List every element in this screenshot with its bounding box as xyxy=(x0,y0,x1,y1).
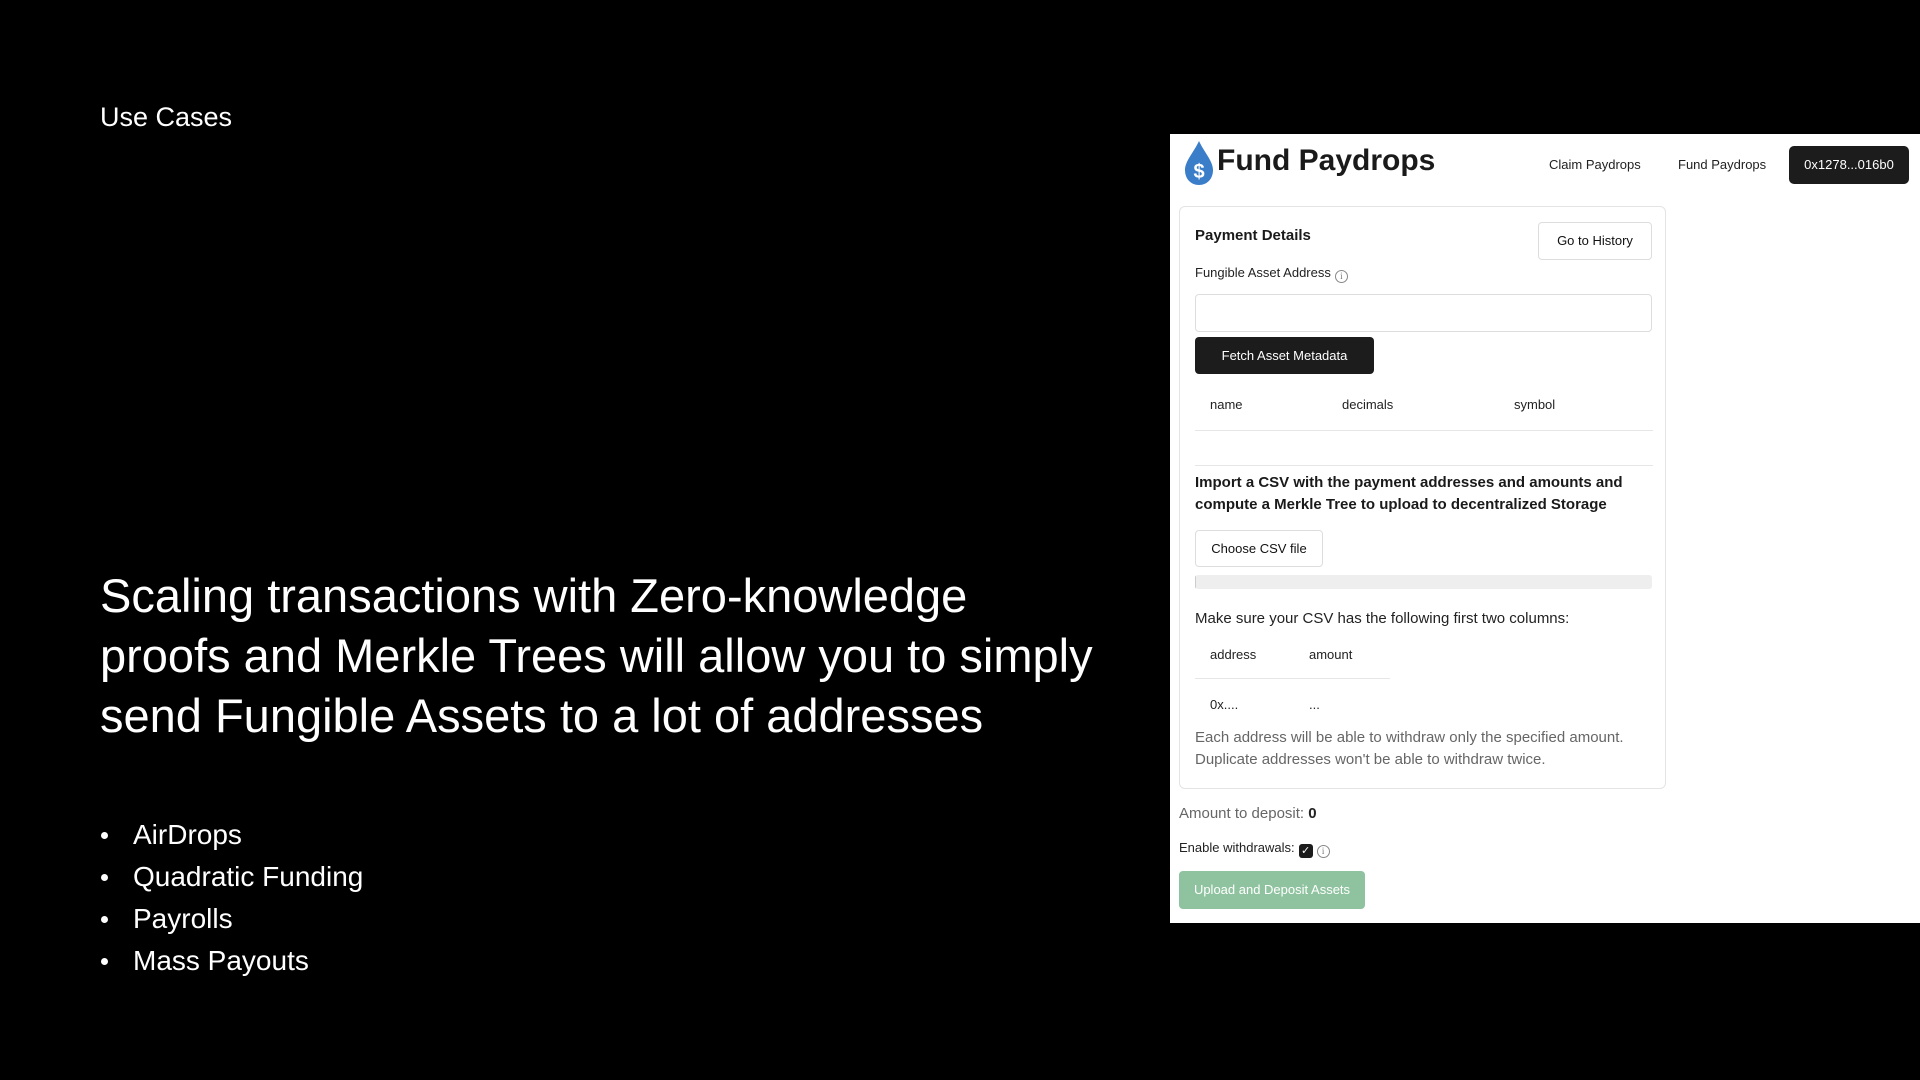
info-icon[interactable]: i xyxy=(1316,845,1330,858)
list-item: Mass Payouts xyxy=(100,940,363,982)
list-item: AirDrops xyxy=(100,814,363,856)
asset-address-label-row: Fungible Asset Address i xyxy=(1195,265,1348,283)
go-to-history-button[interactable]: Go to History xyxy=(1538,222,1652,260)
enable-withdrawals-row: Enable withdrawals: ✓ i xyxy=(1179,840,1330,858)
csv-columns-note: Make sure your CSV has the following fir… xyxy=(1195,610,1570,627)
import-csv-text: Import a CSV with the payment addresses … xyxy=(1195,474,1623,513)
metadata-divider xyxy=(1195,465,1653,466)
nav-fund-paydrops[interactable]: Fund Paydrops xyxy=(1678,157,1766,172)
payment-details-card: Payment Details Go to History Fungible A… xyxy=(1179,206,1666,789)
metadata-header-name: name xyxy=(1210,397,1243,412)
list-item: Payrolls xyxy=(100,898,363,940)
metadata-divider xyxy=(1195,430,1653,431)
svg-text:$: $ xyxy=(1193,161,1204,183)
list-item: Quadratic Funding xyxy=(100,856,363,898)
water-drop-dollar-icon: $ xyxy=(1185,141,1213,185)
upload-progress-bar xyxy=(1195,575,1652,589)
csv-divider xyxy=(1195,678,1390,679)
csv-example-amount: ... xyxy=(1309,697,1320,712)
metadata-header-decimals: decimals xyxy=(1342,397,1394,412)
app-title: Fund Paydrops xyxy=(1217,144,1436,177)
asset-address-input[interactable] xyxy=(1195,294,1652,332)
info-icon[interactable]: i xyxy=(1334,270,1348,283)
csv-column-address: address xyxy=(1210,647,1257,662)
csv-example-address: 0x.... xyxy=(1210,697,1239,712)
withdraw-note: Each address will be able to withdraw on… xyxy=(1195,729,1624,768)
upload-deposit-button[interactable]: Upload and Deposit Assets xyxy=(1179,871,1365,909)
app-screenshot: $ Fund Paydrops Claim Paydrops Fund Payd… xyxy=(1170,134,1920,923)
card-title: Payment Details xyxy=(1195,227,1311,244)
nav-claim-paydrops[interactable]: Claim Paydrops xyxy=(1549,157,1641,172)
deposit-label: Amount to deposit: xyxy=(1179,805,1305,822)
withdrawals-checkbox[interactable]: ✓ xyxy=(1298,844,1313,858)
fetch-metadata-button[interactable]: Fetch Asset Metadata xyxy=(1195,337,1374,374)
upload-progress-fill xyxy=(1195,575,1196,589)
enable-withdrawals-label: Enable withdrawals: xyxy=(1179,840,1295,855)
choose-csv-button[interactable]: Choose CSV file xyxy=(1195,530,1323,567)
asset-address-label: Fungible Asset Address xyxy=(1195,265,1331,280)
slide-main-text: Scaling transactions with Zero-knowledge… xyxy=(100,569,1093,742)
slide-heading: Use Cases xyxy=(100,102,233,132)
deposit-amount-row: Amount to deposit: 0 xyxy=(1179,805,1317,822)
use-case-list: AirDrops Quadratic Funding Payrolls Mass… xyxy=(100,814,363,982)
metadata-header-symbol: symbol xyxy=(1514,397,1556,412)
csv-column-amount: amount xyxy=(1309,647,1353,662)
deposit-value: 0 xyxy=(1308,805,1317,822)
wallet-button[interactable]: 0x1278...016b0 xyxy=(1789,146,1909,184)
app-header: $ Fund Paydrops Claim Paydrops Fund Payd… xyxy=(1170,134,1920,196)
